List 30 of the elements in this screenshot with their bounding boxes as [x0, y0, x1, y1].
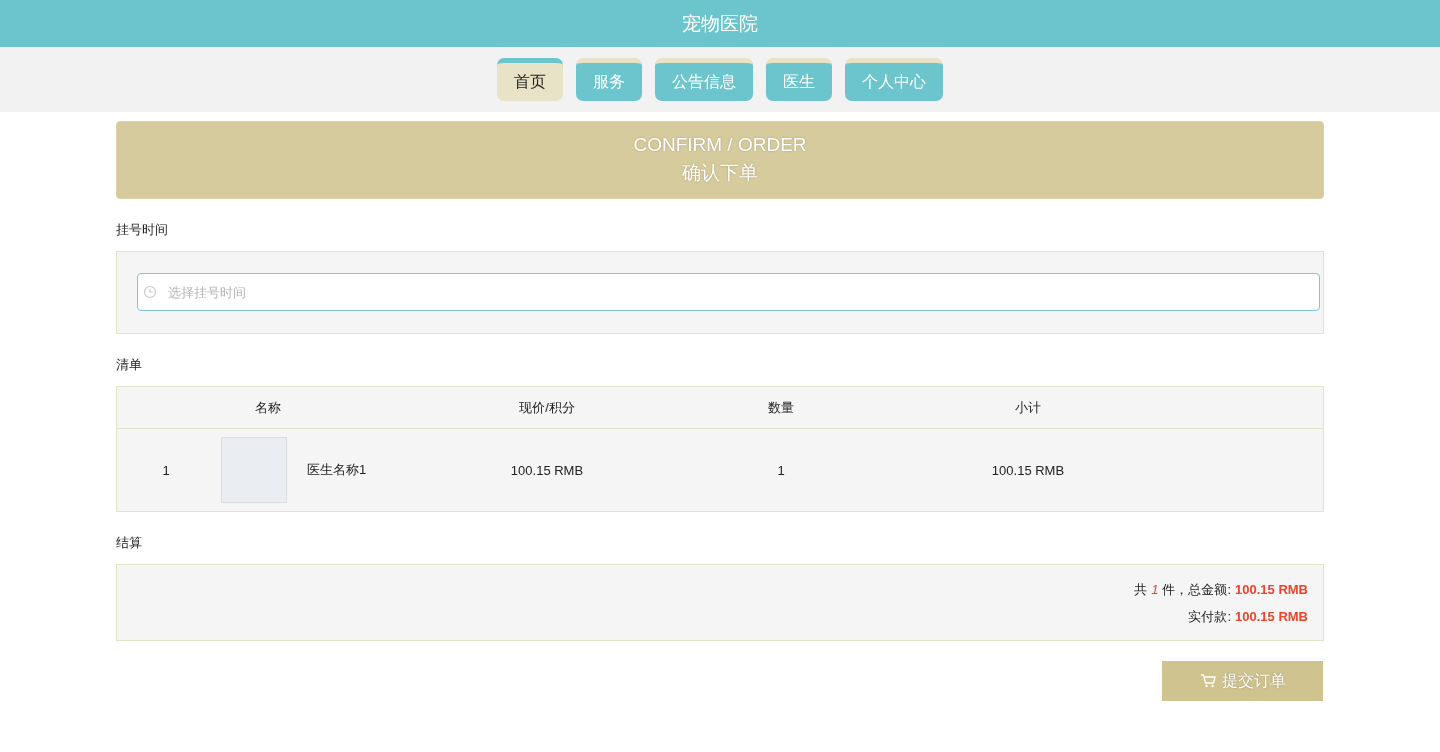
- nav-tab[interactable]: 首页: [497, 58, 563, 101]
- count-prefix: 共: [1134, 581, 1148, 599]
- nav-tab[interactable]: 医生: [766, 58, 832, 101]
- banner-title: CONFIRM / ORDER: [633, 134, 807, 156]
- row-index: 1: [161, 462, 171, 478]
- paid-label: 实付款:: [1188, 608, 1231, 626]
- price-cell-text: 100.15 RMB: [509, 462, 585, 478]
- column-header: 小计: [1014, 398, 1042, 417]
- column-header: 数量: [767, 398, 795, 417]
- nav-tab[interactable]: 个人中心: [845, 58, 943, 101]
- time-input-field[interactable]: 选择挂号时间: [137, 273, 1320, 311]
- total-label: 件，总金额:: [1162, 581, 1231, 599]
- cart-icon: [1199, 674, 1216, 688]
- section-label: 清单: [116, 356, 143, 374]
- site-title: 宠物医院: [682, 11, 758, 36]
- section-label: 挂号时间: [116, 221, 169, 239]
- nav-tab[interactable]: 公告信息: [655, 58, 753, 101]
- section-label: 结算: [116, 534, 143, 552]
- paid-amount: 100.15 RMB: [1235, 609, 1308, 624]
- quantity-cell-text: 1: [776, 462, 786, 478]
- column-header: 现价/积分: [518, 398, 576, 417]
- subtotal-cell-text: 100.15 RMB: [990, 462, 1066, 478]
- banner-subtitle: 确认下单: [682, 161, 758, 185]
- nav-tab[interactable]: 服务: [576, 58, 642, 101]
- column-header: 名称: [254, 398, 282, 417]
- submit-order-button[interactable]: 提交订单: [1162, 661, 1323, 701]
- doctor-name: 医生名称1: [307, 461, 367, 479]
- item-count: 1: [1151, 582, 1159, 597]
- total-amount: 100.15 RMB: [1235, 582, 1308, 597]
- photo-placeholder: [221, 437, 287, 503]
